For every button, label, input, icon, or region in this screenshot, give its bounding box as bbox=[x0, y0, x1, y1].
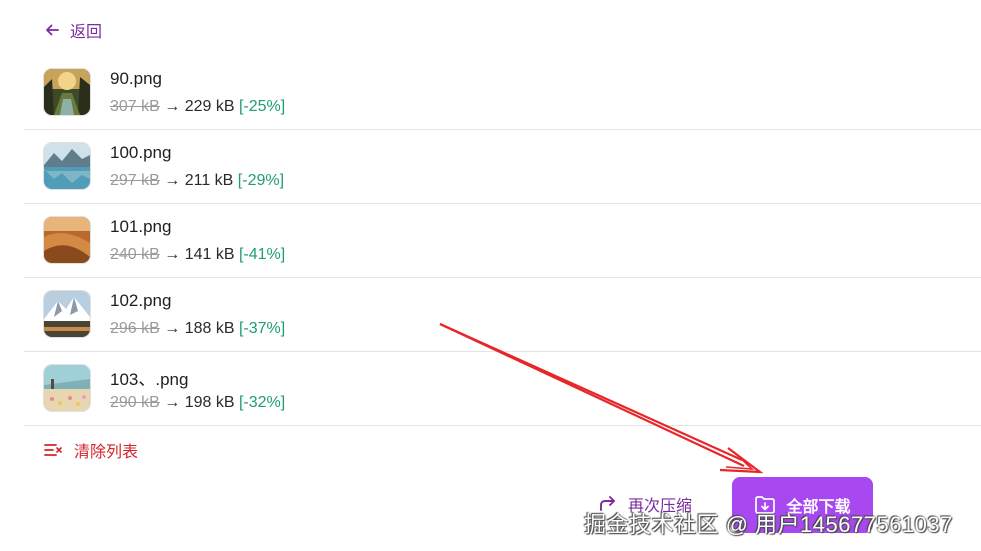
compressed-size: 211 kB bbox=[184, 172, 234, 189]
file-size-info: 240 kB → 141 kB [-41%] bbox=[110, 246, 285, 264]
file-row: 102.png 296 kB → 188 kB [-37%] bbox=[24, 278, 981, 352]
redo-icon bbox=[600, 496, 615, 511]
file-name: 101.png bbox=[110, 217, 172, 236]
file-name: 102.png bbox=[110, 291, 172, 310]
original-size: 290 kB bbox=[110, 394, 160, 411]
compressed-size: 229 kB bbox=[184, 98, 235, 115]
saving-percent: [-32%] bbox=[238, 394, 286, 411]
original-size: 240 kB bbox=[110, 246, 160, 263]
size-arrow: → bbox=[164, 172, 181, 189]
file-name: 100.png bbox=[110, 143, 172, 162]
clear-list-label: 清除列表 bbox=[74, 444, 139, 461]
saving-percent: [-29%] bbox=[237, 172, 285, 189]
recompress-button[interactable]: 再次压缩 bbox=[598, 492, 692, 516]
compressed-size: 198 kB bbox=[184, 394, 235, 411]
size-arrow: → bbox=[164, 394, 181, 411]
image-thumbnail bbox=[44, 69, 90, 115]
image-thumbnail bbox=[44, 217, 90, 263]
file-row: 101.png 240 kB → 141 kB [-41%] bbox=[24, 204, 981, 278]
original-size: 296 kB bbox=[110, 320, 160, 337]
size-arrow: → bbox=[164, 98, 181, 115]
back-label: 返回 bbox=[70, 24, 103, 41]
file-name: 90.png bbox=[110, 69, 162, 88]
file-size-info: 307 kB → 229 kB [-25%] bbox=[110, 98, 285, 116]
file-size-info: 296 kB → 188 kB [-37%] bbox=[110, 320, 285, 338]
folder-download-icon bbox=[755, 496, 776, 514]
recompress-label: 再次压缩 bbox=[628, 498, 693, 515]
compressed-size: 141 kB bbox=[184, 246, 235, 263]
file-row: 100.png 297 kB → 211 kB [-29%] bbox=[24, 130, 981, 204]
file-name: 103、.png bbox=[110, 370, 189, 389]
compressed-size: 188 kB bbox=[184, 320, 235, 337]
original-size: 297 kB bbox=[110, 172, 160, 189]
size-arrow: → bbox=[164, 320, 181, 337]
size-arrow: → bbox=[164, 246, 181, 263]
file-row: 103、.png 290 kB → 198 kB [-32%] bbox=[24, 352, 981, 426]
saving-percent: [-37%] bbox=[238, 320, 286, 337]
clear-list-button[interactable]: 清除列表 bbox=[44, 438, 138, 462]
file-row: 90.png 307 kB → 229 kB [-25%] bbox=[24, 56, 981, 130]
back-link[interactable]: 返回 bbox=[44, 18, 102, 42]
download-all-button[interactable]: 全部下载 bbox=[732, 477, 873, 533]
image-thumbnail bbox=[44, 365, 90, 411]
image-thumbnail bbox=[44, 291, 90, 337]
arrow-left-icon bbox=[46, 24, 59, 36]
clear-list-icon bbox=[44, 444, 62, 456]
file-size-info: 297 kB → 211 kB [-29%] bbox=[110, 172, 284, 190]
file-list: 90.png 307 kB → 229 kB [-25%] 100.png 29… bbox=[24, 56, 981, 426]
saving-percent: [-25%] bbox=[238, 98, 286, 115]
download-all-label: 全部下载 bbox=[786, 499, 851, 516]
original-size: 307 kB bbox=[110, 98, 160, 115]
compression-results-page: 返回 90.png 307 kB → 229 kB [-25%] 100.png… bbox=[0, 0, 981, 551]
file-size-info: 290 kB → 198 kB [-32%] bbox=[110, 394, 285, 412]
image-thumbnail bbox=[44, 143, 90, 189]
saving-percent: [-41%] bbox=[238, 246, 286, 263]
